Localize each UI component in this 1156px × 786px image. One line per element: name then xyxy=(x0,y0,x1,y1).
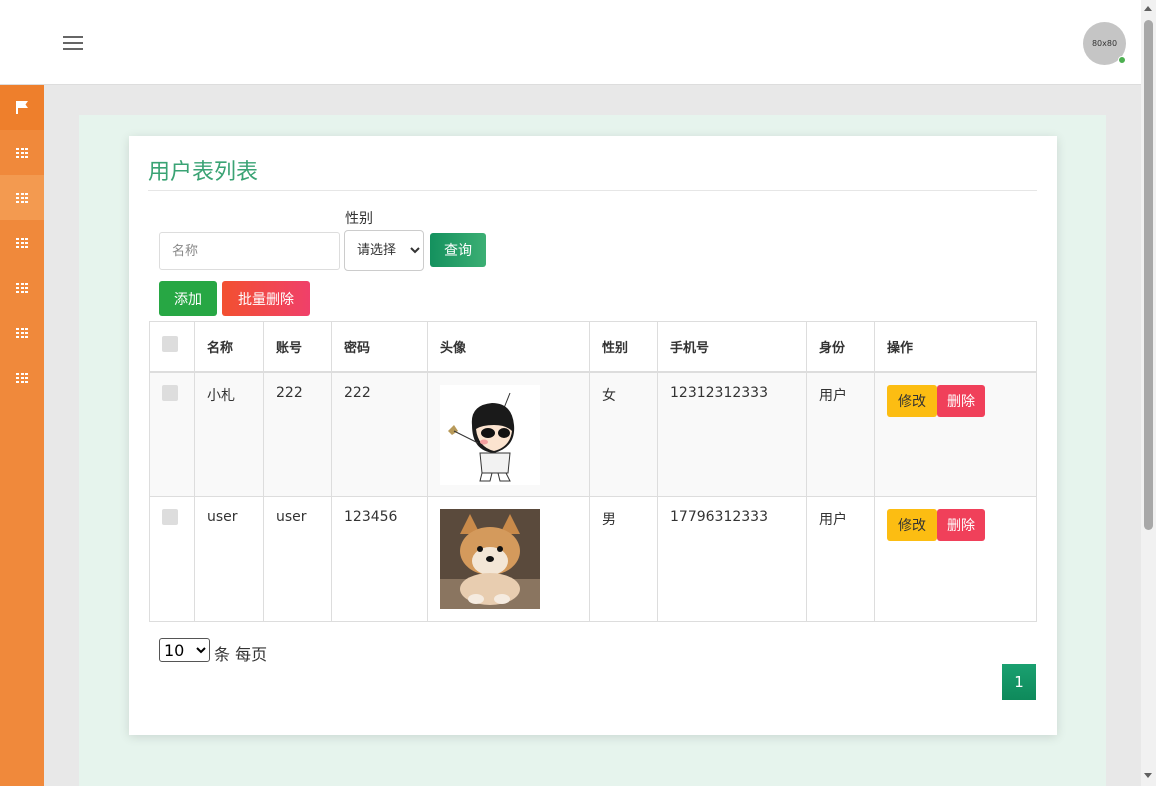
table-row: 小札 222 222 女 12312312333 用户 修改 删除 xyxy=(149,371,1037,497)
grid-icon xyxy=(16,282,28,293)
table-row: user user 123456 男 17796312333 用户 修改 删除 xyxy=(149,496,1037,622)
cell-name: 小札 xyxy=(194,371,264,497)
row-checkbox[interactable] xyxy=(162,509,178,525)
cell-account: 222 xyxy=(263,371,332,497)
grid-icon xyxy=(16,237,28,248)
select-all-cell xyxy=(149,321,195,373)
cell-password: 123456 xyxy=(331,496,428,622)
cartoon-boy-image xyxy=(440,384,540,485)
table-header-row: 名称 账号 密码 头像 性别 手机号 身份 操作 xyxy=(149,321,1037,373)
row-checkbox[interactable] xyxy=(162,384,178,401)
title-divider xyxy=(148,190,1037,191)
user-table: 名称 账号 密码 头像 性别 手机号 身份 操作 小札 222 222 女 12… xyxy=(149,321,1037,622)
pagination-page-1[interactable]: 1 xyxy=(1002,664,1036,700)
top-bar: 80x80 xyxy=(0,0,1141,85)
row-select-cell xyxy=(149,371,195,497)
delete-button[interactable]: 删除 xyxy=(937,509,985,541)
col-password: 密码 xyxy=(331,321,428,373)
row-select-cell xyxy=(149,496,195,622)
col-sex: 性别 xyxy=(589,321,658,373)
sidebar-item-2[interactable] xyxy=(0,175,44,220)
grid-icon xyxy=(16,147,28,158)
grid-icon xyxy=(16,372,28,383)
sidebar xyxy=(0,85,44,786)
flag-icon xyxy=(16,101,28,114)
cell-phone: 17796312333 xyxy=(657,496,807,622)
scrollbar[interactable] xyxy=(1141,0,1156,786)
cell-role: 用户 xyxy=(806,371,875,497)
col-name: 名称 xyxy=(194,321,264,373)
sidebar-item-4[interactable] xyxy=(0,265,44,310)
page-size-label: 条 每页 xyxy=(214,645,268,664)
online-status-dot xyxy=(1118,56,1126,64)
select-all-checkbox[interactable] xyxy=(162,336,178,353)
cell-role: 用户 xyxy=(806,496,875,622)
cell-actions: 修改 删除 xyxy=(874,371,1037,497)
col-account: 账号 xyxy=(263,321,332,373)
cell-avatar xyxy=(427,371,590,497)
cell-name: user xyxy=(194,496,264,622)
scroll-up-arrow-icon[interactable] xyxy=(1144,6,1152,11)
col-phone: 手机号 xyxy=(657,321,807,373)
avatar-placeholder-text: 80x80 xyxy=(1091,39,1118,48)
cell-avatar xyxy=(427,496,590,622)
avatar[interactable]: 80x80 xyxy=(1083,22,1126,65)
scroll-down-arrow-icon[interactable] xyxy=(1144,773,1152,778)
cell-password: 222 xyxy=(331,371,428,497)
page-size-select[interactable]: 10 xyxy=(159,638,210,662)
query-button[interactable]: 查询 xyxy=(430,233,486,267)
page-title: 用户表列表 xyxy=(148,160,259,185)
sidebar-item-3[interactable] xyxy=(0,220,44,265)
user-list-card: 用户表列表 性别 请选择 查询 添加 批量删除 名称 账号 密码 头像 性别 手… xyxy=(129,136,1057,735)
grid-icon xyxy=(16,192,28,203)
sex-filter-select[interactable]: 请选择 xyxy=(344,230,424,271)
col-avatar: 头像 xyxy=(427,321,590,373)
add-button[interactable]: 添加 xyxy=(159,281,217,316)
scrollbar-thumb[interactable] xyxy=(1144,20,1153,530)
sex-filter-label: 性别 xyxy=(345,211,373,227)
cell-actions: 修改 删除 xyxy=(874,496,1037,622)
col-role: 身份 xyxy=(806,321,875,373)
shiba-dog-image xyxy=(440,509,540,609)
menu-icon[interactable] xyxy=(63,36,83,50)
delete-button[interactable]: 删除 xyxy=(937,384,985,417)
cell-sex: 男 xyxy=(589,496,658,622)
edit-button[interactable]: 修改 xyxy=(887,509,937,541)
sidebar-item-home[interactable] xyxy=(0,85,44,130)
sidebar-item-6[interactable] xyxy=(0,355,44,400)
sidebar-item-5[interactable] xyxy=(0,310,44,355)
sidebar-item-1[interactable] xyxy=(0,130,44,175)
cell-sex: 女 xyxy=(589,371,658,497)
cell-phone: 12312312333 xyxy=(657,371,807,497)
col-actions: 操作 xyxy=(874,321,1037,373)
cell-account: user xyxy=(263,496,332,622)
grid-icon xyxy=(16,327,28,338)
edit-button[interactable]: 修改 xyxy=(887,384,937,417)
name-search-input[interactable] xyxy=(159,232,340,270)
batch-delete-button[interactable]: 批量删除 xyxy=(222,281,310,316)
